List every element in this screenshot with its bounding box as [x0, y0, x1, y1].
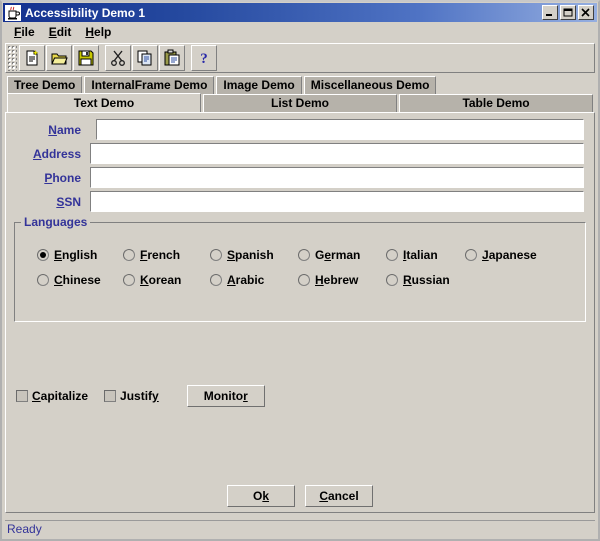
radio-label-chinese: Chinese: [54, 273, 101, 287]
options-row: Capitalize Justify Monitor: [16, 385, 265, 407]
languages-group: Languages English French Spanish German: [14, 215, 586, 322]
tab-row-primary: Tree Demo InternalFrame Demo Image Demo …: [5, 75, 595, 94]
tab-internalframe-demo[interactable]: InternalFrame Demo: [84, 76, 215, 94]
tab-tree-demo[interactable]: Tree Demo: [7, 76, 83, 94]
checkbox-label-justify: Justify: [120, 389, 159, 403]
title-bar[interactable]: Accessibility Demo 1: [3, 3, 597, 22]
window-controls: [542, 5, 595, 20]
copy-icon[interactable]: [132, 45, 158, 71]
radio-label-spanish: Spanish: [227, 248, 274, 262]
ssn-input[interactable]: [90, 191, 584, 212]
languages-row-1: English French Spanish German Italian Ja…: [15, 248, 585, 262]
radio-label-english: English: [54, 248, 98, 262]
status-text: Ready: [7, 522, 42, 536]
languages-row-2: Chinese Korean Arabic Hebrew Russian: [15, 273, 585, 287]
save-floppy-icon[interactable]: [73, 45, 99, 71]
tab-table-demo[interactable]: Table Demo: [399, 94, 593, 112]
form-row-phone: Phone: [10, 167, 584, 188]
window-title: Accessibility Demo 1: [25, 5, 146, 20]
new-icon[interactable]: [19, 45, 45, 71]
dialog-buttons: Ok Cancel: [6, 485, 594, 507]
radio-indicator-french: [123, 249, 135, 261]
tab-list-demo[interactable]: List Demo: [203, 94, 397, 112]
phone-label: Phone: [44, 170, 81, 185]
tab-image-demo[interactable]: Image Demo: [216, 76, 302, 94]
radio-indicator-russian: [386, 274, 398, 286]
toolbar: ?: [5, 43, 595, 73]
radio-indicator-english: [37, 249, 49, 261]
cancel-button[interactable]: Cancel: [305, 485, 373, 507]
checkbox-label-capitalize: Capitalize: [32, 389, 89, 403]
status-bar: Ready: [5, 520, 595, 537]
tabbed-pane: Tree Demo InternalFrame Demo Image Demo …: [5, 75, 595, 112]
radio-label-french: French: [140, 248, 181, 262]
radio-indicator-german: [298, 249, 310, 261]
tab-miscellaneous-demo[interactable]: Miscellaneous Demo: [303, 76, 437, 94]
radio-indicator-chinese: [37, 274, 49, 286]
radio-hebrew[interactable]: Hebrew: [298, 273, 386, 287]
form-row-ssn: SSN: [10, 191, 584, 212]
paste-clipboard-icon[interactable]: [159, 45, 185, 71]
radio-korean[interactable]: Korean: [123, 273, 210, 287]
name-label: Name: [48, 122, 81, 137]
address-label: Address: [32, 146, 81, 161]
radio-chinese[interactable]: Chinese: [37, 273, 123, 287]
radio-indicator-hebrew: [298, 274, 310, 286]
checkbox-indicator-justify: [104, 390, 117, 402]
radio-japanese[interactable]: Japanese: [465, 248, 537, 262]
minimize-icon[interactable]: [542, 5, 558, 20]
phone-input[interactable]: [90, 167, 584, 188]
menu-bar: File Edit Help: [3, 22, 597, 43]
radio-indicator-japanese: [465, 249, 477, 261]
radio-indicator-italian: [386, 249, 398, 261]
form-row-address: Address: [10, 143, 584, 164]
menu-item-edit[interactable]: Edit: [42, 23, 79, 41]
radio-russian[interactable]: Russian: [386, 273, 450, 287]
radio-label-italian: Italian: [403, 248, 438, 262]
svg-text:?: ?: [200, 51, 208, 67]
ssn-label: SSN: [56, 194, 81, 209]
checkbox-justify[interactable]: Justify: [104, 389, 159, 403]
radio-label-german: German: [315, 248, 361, 262]
radio-spanish[interactable]: Spanish: [210, 248, 298, 262]
open-folder-icon[interactable]: [46, 45, 72, 71]
help-question-icon[interactable]: ?: [191, 45, 217, 71]
radio-indicator-korean: [123, 274, 135, 286]
radio-label-arabic: Arabic: [227, 273, 265, 287]
maximize-icon[interactable]: [560, 5, 576, 20]
radio-label-japanese: Japanese: [482, 248, 537, 262]
monitor-button[interactable]: Monitor: [186, 385, 265, 407]
form-row-name: Name: [10, 119, 584, 140]
radio-italian[interactable]: Italian: [386, 248, 465, 262]
cut-scissors-icon[interactable]: [105, 45, 131, 71]
menu-item-help[interactable]: Help: [78, 23, 118, 41]
java-coffee-cup-icon: [5, 4, 21, 21]
ok-button[interactable]: Ok: [227, 485, 295, 507]
application-window: Accessibility Demo 1 File Edit Help ? Tr…: [0, 0, 600, 541]
checkbox-indicator-capitalize: [16, 390, 28, 402]
tab-text-demo[interactable]: Text Demo: [7, 93, 201, 112]
text-demo-panel: Name Address Phone SSN Languages English…: [5, 112, 595, 513]
form-area: Name Address Phone SSN: [6, 113, 594, 212]
radio-arabic[interactable]: Arabic: [210, 273, 298, 287]
radio-label-russian: Russian: [403, 273, 450, 287]
tab-row-secondary: Text Demo List Demo Table Demo: [5, 93, 595, 112]
menu-item-file[interactable]: File: [7, 23, 42, 41]
radio-label-korean: Korean: [140, 273, 182, 287]
radio-indicator-spanish: [210, 249, 222, 261]
languages-group-title: Languages: [21, 215, 91, 229]
toolbar-drag-handle[interactable]: [7, 45, 17, 71]
radio-french[interactable]: French: [123, 248, 210, 262]
address-input[interactable]: [90, 143, 584, 164]
radio-label-hebrew: Hebrew: [315, 273, 359, 287]
close-icon[interactable]: [578, 5, 594, 20]
radio-indicator-arabic: [210, 274, 222, 286]
checkbox-capitalize[interactable]: Capitalize: [16, 389, 88, 403]
name-input[interactable]: [96, 119, 584, 140]
radio-english[interactable]: English: [37, 248, 123, 262]
radio-german[interactable]: German: [298, 248, 386, 262]
